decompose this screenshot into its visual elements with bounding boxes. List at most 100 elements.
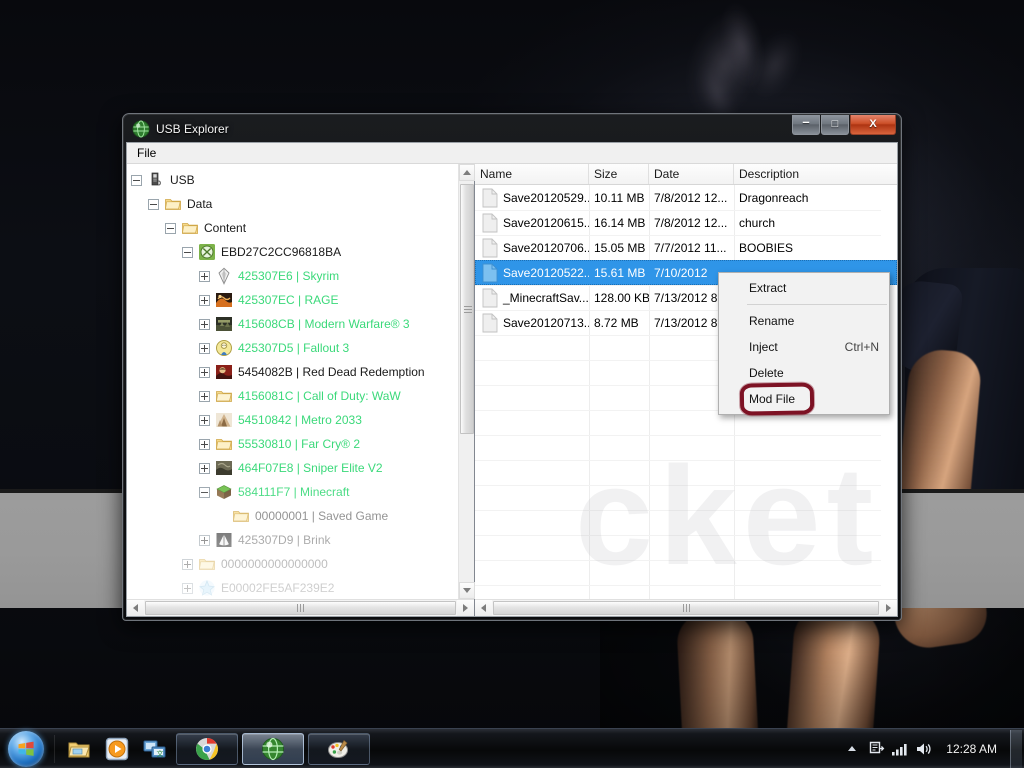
tree-item[interactable]: 425307D5 | Fallout 3 bbox=[131, 336, 458, 360]
expand-icon[interactable] bbox=[199, 318, 210, 330]
window-titlebar[interactable]: USB Explorer – □ X bbox=[126, 115, 898, 142]
context-menu-item-extract[interactable]: Extract bbox=[719, 275, 889, 301]
codwaw-icon bbox=[216, 391, 232, 402]
folder-icon bbox=[216, 439, 232, 450]
tree-item-label: 425307EC | RAGE bbox=[238, 293, 339, 307]
tree-pane[interactable]: USB Data Content EBD27C2CC96818BA 425307E6 |… bbox=[127, 164, 475, 616]
context-menu-item-rename[interactable]: Rename bbox=[719, 308, 889, 334]
file-scroll-left-button[interactable] bbox=[475, 600, 492, 616]
close-button[interactable]: X bbox=[850, 115, 896, 135]
tree-item[interactable]: 425307E6 | Skyrim bbox=[131, 264, 458, 288]
tree-item[interactable]: 00000001 | Saved Game bbox=[131, 504, 458, 528]
rage-icon bbox=[216, 293, 232, 307]
tree-item[interactable]: 415608CB | Modern Warfare® 3 bbox=[131, 312, 458, 336]
brink-icon bbox=[216, 533, 232, 547]
file-row[interactable]: Save20120529... 10.11 MB 7/8/2012 12... Dra… bbox=[475, 185, 897, 210]
tree-item[interactable]: 5454082B | Red Dead Redemption bbox=[131, 360, 458, 384]
taskbar-chrome[interactable] bbox=[176, 732, 238, 765]
taskbar-usb-explorer[interactable] bbox=[242, 732, 304, 765]
expand-icon[interactable] bbox=[199, 294, 210, 306]
expand-icon[interactable] bbox=[182, 558, 193, 570]
taskbar-windows-explorer[interactable] bbox=[62, 733, 96, 765]
file-row[interactable]: Save20120706... 15.05 MB 7/7/2012 11... BOO… bbox=[475, 235, 897, 260]
tree-item[interactable]: 584111F7 | Minecraft bbox=[131, 480, 458, 504]
file-hscroll-thumb[interactable] bbox=[493, 601, 879, 615]
collapse-icon[interactable] bbox=[131, 174, 142, 186]
tree-scroll-thumb[interactable] bbox=[460, 184, 474, 434]
action-center-icon-button[interactable] bbox=[865, 734, 887, 764]
tree-horizontal-scrollbar[interactable] bbox=[127, 599, 474, 616]
collapse-icon[interactable] bbox=[182, 246, 193, 258]
show-hidden-icons-button[interactable] bbox=[841, 734, 863, 764]
rdr-icon bbox=[216, 365, 232, 379]
tree-item[interactable]: 0000000000000000 bbox=[131, 552, 458, 576]
expand-icon[interactable] bbox=[199, 270, 210, 282]
tree-scroll-down-button[interactable] bbox=[459, 582, 475, 599]
file-name-cell: Save20120706... bbox=[475, 238, 589, 258]
file-list-horizontal-scrollbar[interactable] bbox=[475, 599, 897, 616]
start-button[interactable] bbox=[3, 730, 49, 767]
expand-icon[interactable] bbox=[199, 414, 210, 426]
desktop[interactable]: Progress! USB Explorer – □ X bbox=[0, 0, 1024, 768]
tree-item[interactable]: 464F07E8 | Sniper Elite V2 bbox=[131, 456, 458, 480]
file-list-header[interactable]: Name Size Date Description bbox=[475, 164, 897, 185]
taskbar-network-tool[interactable]: 文 bbox=[138, 733, 172, 765]
tree-item[interactable]: EBD27C2CC96818BA bbox=[131, 240, 458, 264]
tree-item[interactable]: 425307EC | RAGE bbox=[131, 288, 458, 312]
tree-item[interactable]: 55530810 | Far Cry® 2 bbox=[131, 432, 458, 456]
collapse-icon[interactable] bbox=[199, 486, 210, 498]
expand-icon[interactable] bbox=[199, 390, 210, 402]
tree-hscroll-thumb[interactable] bbox=[145, 601, 456, 615]
volume-icon-button[interactable] bbox=[913, 734, 935, 764]
device-tree[interactable]: USB Data Content EBD27C2CC96818BA 425307E6 |… bbox=[127, 164, 458, 599]
window-controls[interactable]: – □ X bbox=[792, 115, 896, 135]
tree-item-label: 55530810 | Far Cry® 2 bbox=[238, 437, 361, 451]
network-signal-icon-button[interactable] bbox=[889, 734, 911, 764]
tree-scroll-right-button[interactable] bbox=[457, 600, 474, 616]
tree-item[interactable]: 425307D9 | Brink bbox=[131, 528, 458, 552]
file-context-menu[interactable]: Extract Rename Inject Ctrl+N Delete Mod File bbox=[718, 272, 890, 415]
tree-item-label: 5454082B | Red Dead Redemption bbox=[238, 365, 425, 379]
minimize-button[interactable]: – bbox=[792, 115, 820, 135]
context-menu-item-inject[interactable]: Inject Ctrl+N bbox=[719, 334, 889, 360]
file-row[interactable]: Save20120615... 16.14 MB 7/8/2012 12... chu… bbox=[475, 210, 897, 235]
expand-icon[interactable] bbox=[182, 582, 193, 594]
expand-icon[interactable] bbox=[199, 342, 210, 354]
maximize-button[interactable]: □ bbox=[821, 115, 849, 135]
column-header-name[interactable]: Name bbox=[475, 164, 589, 184]
expand-icon[interactable] bbox=[199, 366, 210, 378]
column-header-description[interactable]: Description bbox=[734, 164, 897, 184]
show-desktop-button[interactable] bbox=[1010, 729, 1022, 768]
tree-item[interactable]: Data bbox=[131, 192, 458, 216]
taskbar[interactable]: 文 12:28 AM bbox=[0, 728, 1024, 768]
expand-icon[interactable] bbox=[199, 438, 210, 450]
context-menu-item-mod-file[interactable]: Mod File bbox=[719, 386, 889, 412]
column-header-date[interactable]: Date bbox=[649, 164, 734, 184]
context-menu-item-delete[interactable]: Delete bbox=[719, 360, 889, 386]
menu-item-file[interactable]: File bbox=[127, 144, 166, 162]
system-tray[interactable]: 12:28 AM bbox=[841, 729, 1024, 768]
tree-item[interactable]: E00002FE5AF239E2 bbox=[131, 576, 458, 599]
clock[interactable]: 12:28 AM bbox=[937, 742, 1006, 756]
file-date-cell: 7/8/2012 12... bbox=[654, 215, 728, 230]
menubar[interactable]: File bbox=[127, 143, 897, 164]
taskbar-paint[interactable] bbox=[308, 732, 370, 765]
column-header-size[interactable]: Size bbox=[589, 164, 649, 184]
file-icon bbox=[482, 263, 498, 282]
tree-scroll-up-button[interactable] bbox=[459, 164, 475, 181]
expand-icon[interactable] bbox=[199, 462, 210, 474]
grip-icon bbox=[464, 306, 472, 313]
file-scroll-right-button[interactable] bbox=[880, 600, 897, 616]
tree-scroll-left-button[interactable] bbox=[127, 600, 144, 616]
tree-item-label: 54510842 | Metro 2033 bbox=[238, 413, 362, 427]
tree-item[interactable]: Content bbox=[131, 216, 458, 240]
tree-vertical-scrollbar[interactable] bbox=[458, 164, 475, 599]
tree-item[interactable]: USB bbox=[131, 168, 458, 192]
file-size-cell: 10.11 MB bbox=[594, 190, 645, 205]
expand-icon[interactable] bbox=[199, 534, 210, 546]
collapse-icon[interactable] bbox=[165, 222, 176, 234]
taskbar-media-player[interactable] bbox=[100, 733, 134, 765]
tree-item[interactable]: 4156081C | Call of Duty: WaW bbox=[131, 384, 458, 408]
collapse-icon[interactable] bbox=[148, 198, 159, 210]
tree-item[interactable]: 54510842 | Metro 2033 bbox=[131, 408, 458, 432]
